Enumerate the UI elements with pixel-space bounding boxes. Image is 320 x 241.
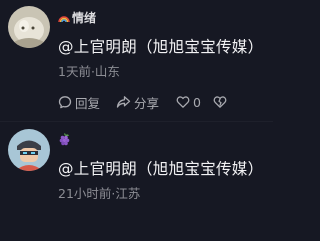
reply-icon: [58, 95, 72, 109]
share-button[interactable]: 分享: [116, 92, 176, 112]
comment-content: @上官明朗（旭旭宝宝传媒）: [58, 160, 264, 178]
share-label: 分享: [134, 95, 160, 111]
broken-heart-icon: [213, 95, 227, 109]
comment-actions: 回复 分享 0: [58, 92, 227, 112]
grapes-emoji-icon: [58, 133, 71, 149]
like-count: 0: [193, 94, 201, 110]
username[interactable]: 情绪: [58, 11, 96, 26]
comment-meta: 21小时前·江苏: [58, 186, 141, 201]
reply-label: 回复: [75, 95, 101, 111]
comment-item: 情绪 @上官明朗（旭旭宝宝传媒） 1天前·山东 回复 分享 0: [0, 0, 273, 122]
avatar[interactable]: [8, 6, 50, 48]
comment-meta: 1天前·山东: [58, 64, 120, 79]
comment-item: @上官明朗（旭旭宝宝传媒） 21小时前·江苏: [0, 122, 273, 241]
avatar[interactable]: [8, 129, 50, 171]
rainbow-icon: [58, 12, 70, 26]
comment-content: @上官明朗（旭旭宝宝传媒）: [58, 38, 264, 56]
reply-button[interactable]: 回复: [58, 92, 116, 112]
share-icon: [116, 95, 131, 109]
username[interactable]: [58, 133, 71, 149]
heart-icon: [176, 95, 190, 109]
username-text: 情绪: [72, 11, 97, 25]
dislike-button[interactable]: [213, 92, 227, 112]
like-button[interactable]: 0: [176, 92, 213, 112]
